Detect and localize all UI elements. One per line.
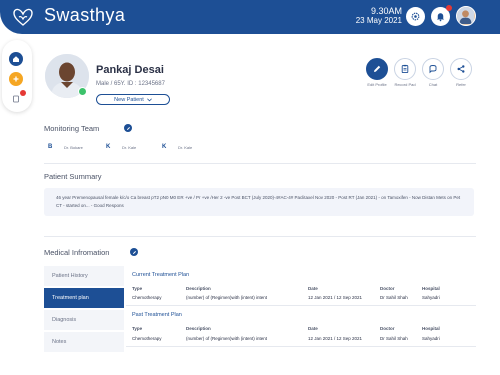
patient-status-value: New Patient bbox=[114, 96, 144, 103]
table-cell: (number) of (Regimen)with (intent) inten… bbox=[186, 336, 268, 341]
pencil-icon bbox=[126, 126, 130, 130]
team-member-initial: K bbox=[106, 144, 111, 150]
column-header: Hospital bbox=[422, 286, 440, 291]
online-status-dot bbox=[78, 87, 87, 96]
team-member-initial: B bbox=[48, 144, 53, 150]
messages-badge bbox=[20, 90, 26, 96]
gear-icon bbox=[411, 12, 420, 21]
tab-diagnosis[interactable]: Diagnosis bbox=[44, 310, 124, 330]
user-photo-icon bbox=[457, 7, 474, 24]
table-cell: 12 Jan 2021 / 12 Sep 2021 bbox=[308, 295, 363, 300]
current-plan-title: Current Treatment Plan bbox=[132, 272, 190, 278]
add-button[interactable] bbox=[9, 72, 23, 86]
notifications-button[interactable] bbox=[431, 5, 452, 26]
settings-button[interactable] bbox=[406, 7, 425, 26]
clipboard-icon bbox=[401, 64, 409, 74]
tab-patient-history[interactable]: Patient History bbox=[44, 266, 124, 286]
chat-icon bbox=[429, 65, 437, 74]
medical-tabs: Patient History Treatment plan Diagnosis… bbox=[44, 266, 124, 352]
header-time: 9.30AM bbox=[370, 6, 402, 16]
column-header: Date bbox=[308, 326, 318, 331]
plus-icon bbox=[13, 76, 19, 82]
row-divider bbox=[126, 346, 476, 347]
patient-status-select[interactable]: New Patient bbox=[96, 94, 170, 105]
edit-profile-button[interactable] bbox=[366, 58, 388, 80]
brand-name: Swasthya bbox=[44, 5, 126, 25]
table-cell: (number) of (Regimen)with (intent) inten… bbox=[186, 295, 268, 300]
refer-label: Refer bbox=[456, 82, 466, 87]
messages-button[interactable] bbox=[9, 90, 26, 106]
past-plan-title: Past Treatment Plan bbox=[132, 312, 182, 318]
row-divider bbox=[126, 305, 476, 306]
monitoring-edit-button[interactable] bbox=[124, 124, 132, 132]
bell-icon bbox=[436, 13, 445, 22]
column-header: Doctor bbox=[380, 326, 395, 331]
home-button[interactable] bbox=[9, 52, 23, 66]
table-cell: Sahyadri bbox=[422, 295, 440, 300]
column-header: Date bbox=[308, 286, 318, 291]
tab-notes[interactable]: Notes bbox=[44, 332, 124, 352]
table-cell: Chemotherapy bbox=[132, 336, 162, 341]
table-cell: 12 Jan 2021 / 12 Sep 2021 bbox=[308, 336, 363, 341]
team-member-name[interactable]: Dr. Kale bbox=[178, 145, 192, 150]
column-header: Type bbox=[132, 286, 143, 291]
patient-summary-box: 46 year Premenopausal female k/c/o Ca br… bbox=[44, 188, 474, 216]
refer-button[interactable] bbox=[450, 58, 472, 80]
record-pad-button[interactable] bbox=[394, 58, 416, 80]
column-header: Description bbox=[186, 286, 211, 291]
chat-button[interactable] bbox=[422, 58, 444, 80]
table-cell: Dr Sahil Shah bbox=[380, 295, 408, 300]
header-clock: 9.30AM 23 May 2021 bbox=[350, 6, 402, 26]
patient-summary-title: Patient Summary bbox=[44, 172, 102, 181]
team-member-name[interactable]: Dr. Bokare bbox=[64, 145, 83, 150]
column-header: Description bbox=[186, 326, 211, 331]
medical-information-title: Medical Infromation bbox=[44, 248, 110, 257]
user-avatar[interactable] bbox=[456, 6, 476, 26]
section-divider bbox=[44, 163, 476, 164]
table-cell: Dr Sahil Shah bbox=[380, 336, 408, 341]
monitoring-team-title: Monitoring Team bbox=[44, 124, 100, 133]
table-cell: Sahyadri bbox=[422, 336, 440, 341]
chevron-down-icon bbox=[146, 97, 152, 101]
column-header: Type bbox=[132, 326, 143, 331]
medical-edit-button[interactable] bbox=[130, 248, 138, 256]
pencil-icon bbox=[132, 250, 136, 254]
left-quick-rail bbox=[2, 40, 32, 112]
document-icon bbox=[13, 95, 19, 103]
table-cell: Chemotherapy bbox=[132, 295, 162, 300]
tab-treatment-plan[interactable]: Treatment plan bbox=[44, 288, 124, 308]
column-header: Doctor bbox=[380, 286, 395, 291]
patient-summary-text: 46 year Premenopausal female k/c/o Ca br… bbox=[56, 195, 461, 208]
notification-badge bbox=[446, 5, 452, 11]
team-member-initial: K bbox=[162, 144, 167, 150]
treatment-plan-panel: Current Treatment Plan Type Description … bbox=[126, 266, 476, 352]
pencil-icon bbox=[374, 65, 381, 72]
patient-meta: Male / 65Y. ID : 12345687 bbox=[96, 81, 165, 87]
home-icon bbox=[13, 56, 19, 62]
swasthya-logo-icon bbox=[12, 8, 34, 26]
app-frame: Swasthya 9.30AM 23 May 2021 Pankaj Desai… bbox=[0, 0, 500, 375]
top-header: Swasthya 9.30AM 23 May 2021 bbox=[0, 0, 500, 34]
header-date: 23 May 2021 bbox=[355, 16, 402, 25]
share-icon bbox=[457, 65, 465, 73]
column-header: Hospital bbox=[422, 326, 440, 331]
section-divider bbox=[44, 236, 476, 237]
patient-name: Pankaj Desai bbox=[96, 64, 164, 76]
team-member-name[interactable]: Dr. Kale bbox=[122, 145, 136, 150]
